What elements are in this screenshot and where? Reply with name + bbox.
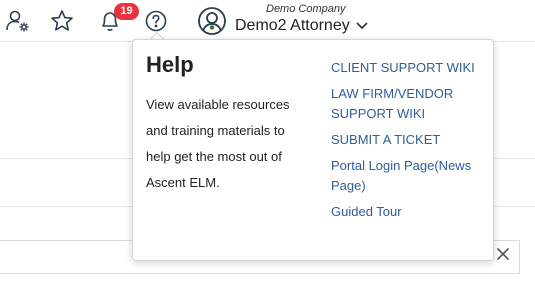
guided-tour-link[interactable]: Guided Tour <box>331 204 402 219</box>
client-support-wiki-link[interactable]: CLIENT SUPPORT WIKI <box>331 60 475 75</box>
help-icon[interactable] <box>143 8 169 34</box>
close-icon[interactable] <box>495 246 511 262</box>
list-item: CLIENT SUPPORT WIKI <box>331 58 491 78</box>
top-header: 19 Demo Company Demo2 Attorney <box>0 0 535 42</box>
list-item: Portal Login Page(News Page) <box>331 156 491 196</box>
app-screen: 19 Demo Company Demo2 Attorney Help View… <box>0 0 535 283</box>
user-name: Demo2 Attorney <box>235 17 350 34</box>
user-menu-toggle[interactable]: Demo2 Attorney <box>235 17 368 35</box>
notification-count-badge: 19 <box>114 3 139 20</box>
help-popup: Help View available resources and traini… <box>132 39 494 261</box>
user-settings-icon[interactable] <box>5 8 31 34</box>
list-item: Guided Tour <box>331 202 491 222</box>
help-description: View available resources and training ma… <box>146 97 290 190</box>
user-avatar-icon[interactable] <box>196 5 228 37</box>
submit-ticket-link[interactable]: SUBMIT A TICKET <box>331 132 440 147</box>
company-name: Demo Company <box>266 3 346 15</box>
help-title: Help <box>146 52 194 77</box>
list-item: SUBMIT A TICKET <box>331 130 491 150</box>
portal-login-page-link[interactable]: Portal Login Page(News Page) <box>331 158 471 193</box>
law-firm-vendor-support-wiki-link[interactable]: LAW FIRM/VENDOR SUPPORT WIKI <box>331 86 453 121</box>
list-item: LAW FIRM/VENDOR SUPPORT WIKI <box>331 84 491 124</box>
star-icon[interactable] <box>49 8 75 34</box>
help-links-list: CLIENT SUPPORT WIKI LAW FIRM/VENDOR SUPP… <box>331 58 491 228</box>
chevron-down-icon <box>356 22 368 30</box>
